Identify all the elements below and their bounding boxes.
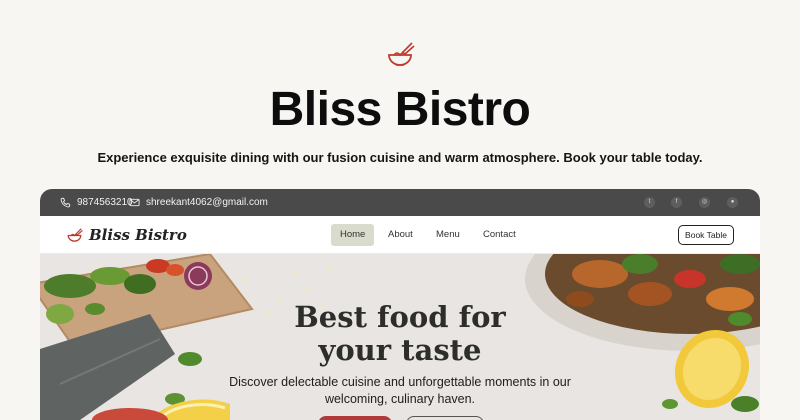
hero-title-line-1: Best food for [294,300,506,334]
hero-title-line-2: your taste [318,333,482,367]
nav-home[interactable]: Home [331,224,375,246]
phone-icon [60,197,71,208]
nav-brand[interactable]: Bliss Bistro [66,216,187,254]
instagram-icon[interactable]: ◎ [699,197,710,208]
contact-topbar: 9874563210 shreekant4062@gmail.com t f ◎… [40,189,760,216]
noodle-bowl-logo-icon [388,42,415,66]
primary-cta-button[interactable] [318,416,392,420]
main-navbar: Bliss Bistro Home About Menu Contact Boo… [40,216,760,254]
nav-menu[interactable]: Menu [428,224,468,246]
twitter-icon[interactable]: t [644,197,655,208]
email-address: shreekant4062@gmail.com [146,197,268,208]
nav-brand-name: Bliss Bistro [89,226,187,244]
hero-subtitle: Discover delectable cuisine and unforget… [40,374,760,408]
nav-contact[interactable]: Contact [475,224,524,246]
phone-number: 9874563210 [77,197,133,208]
site-preview: 9874563210 shreekant4062@gmail.com t f ◎… [40,189,760,420]
hero-subtitle-line-2: welcoming, culinary haven. [324,392,476,406]
mail-icon [129,198,140,207]
facebook-icon[interactable]: f [671,197,682,208]
secondary-cta-button[interactable] [406,416,484,420]
page-tagline: Experience exquisite dining with our fus… [97,150,703,165]
github-icon[interactable]: ● [727,197,738,208]
email-contact[interactable]: shreekant4062@gmail.com [129,189,268,216]
page-title: Bliss Bistro [269,83,531,136]
noodle-bowl-icon [67,227,83,242]
nav-about[interactable]: About [380,224,421,246]
hero-title: Best food for your taste [40,301,760,367]
hero-banner: Best food for your taste Discover delect… [40,254,760,420]
hero-subtitle-line-1: Discover delectable cuisine and unforget… [229,375,571,389]
phone-contact[interactable]: 9874563210 [60,189,133,216]
book-table-button[interactable]: Book Table [678,225,734,245]
